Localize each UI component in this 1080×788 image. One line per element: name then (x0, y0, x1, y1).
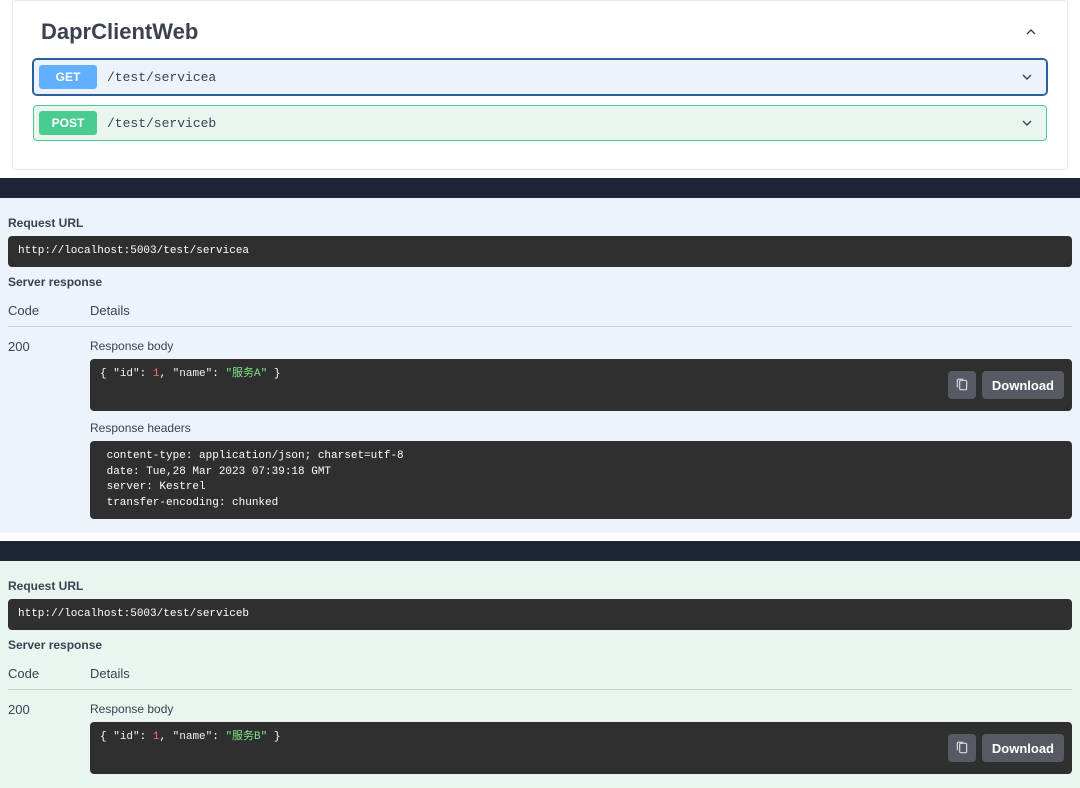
response-table-header: Code Details (8, 295, 1072, 327)
json-key: "id" (113, 368, 139, 380)
response-body-box: { "id": 1, "name": "服务A" } Download (90, 359, 1072, 411)
response-body-box: { "id": 1, "name": "服务B" } Download (90, 722, 1072, 774)
request-url-label: Request URL (8, 571, 1072, 599)
response-headers-box: content-type: application/json; charset=… (90, 441, 1072, 519)
json-value: 1 (153, 731, 160, 743)
json-value: 1 (153, 368, 160, 380)
divider-strip (0, 178, 1080, 198)
copy-button[interactable] (948, 734, 976, 762)
request-url-value: http://localhost:5003/test/servicea (8, 236, 1072, 267)
section-header[interactable]: DaprClientWeb (33, 11, 1047, 59)
copy-button[interactable] (948, 371, 976, 399)
chevron-down-icon[interactable] (1013, 69, 1041, 85)
api-section: DaprClientWeb GET /test/servicea POST /t… (12, 0, 1068, 170)
download-button[interactable]: Download (982, 371, 1064, 399)
request-url-label: Request URL (8, 208, 1072, 236)
request-url-value: http://localhost:5003/test/serviceb (8, 599, 1072, 630)
json-value: "服务B" (225, 731, 267, 743)
download-button[interactable]: Download (982, 734, 1064, 762)
json-key: "name" (173, 368, 213, 380)
operation-path: /test/servicea (107, 70, 1013, 85)
response-body-label: Response body (90, 702, 1072, 722)
divider-strip (0, 541, 1080, 561)
col-header-details: Details (90, 303, 1072, 318)
response-panel-servicea: Request URL http://localhost:5003/test/s… (0, 198, 1080, 533)
response-panel-serviceb: Request URL http://localhost:5003/test/s… (0, 561, 1080, 788)
chevron-down-icon[interactable] (1013, 115, 1041, 131)
status-code: 200 (8, 339, 58, 519)
method-badge-get: GET (39, 65, 97, 89)
json-key: "name" (173, 731, 213, 743)
response-table-header: Code Details (8, 658, 1072, 690)
section-title: DaprClientWeb (41, 19, 198, 45)
json-key: "id" (113, 731, 139, 743)
json-value: "服务A" (225, 368, 267, 380)
response-body-label: Response body (90, 339, 1072, 359)
operation-post-serviceb[interactable]: POST /test/serviceb (33, 105, 1047, 141)
operation-get-servicea[interactable]: GET /test/servicea (33, 59, 1047, 95)
server-response-label: Server response (8, 267, 1072, 295)
clipboard-icon (955, 741, 969, 755)
col-header-code: Code (8, 666, 58, 681)
operation-path: /test/serviceb (107, 116, 1013, 131)
status-code: 200 (8, 702, 58, 774)
response-headers-label: Response headers (90, 411, 1072, 441)
col-header-code: Code (8, 303, 58, 318)
method-badge-post: POST (39, 111, 97, 135)
clipboard-icon (955, 378, 969, 392)
server-response-label: Server response (8, 630, 1072, 658)
response-row: 200 Response body { "id": 1, "name": "服务… (8, 690, 1072, 774)
chevron-up-icon (1023, 24, 1039, 40)
response-row: 200 Response body { "id": 1, "name": "服务… (8, 327, 1072, 519)
col-header-details: Details (90, 666, 1072, 681)
